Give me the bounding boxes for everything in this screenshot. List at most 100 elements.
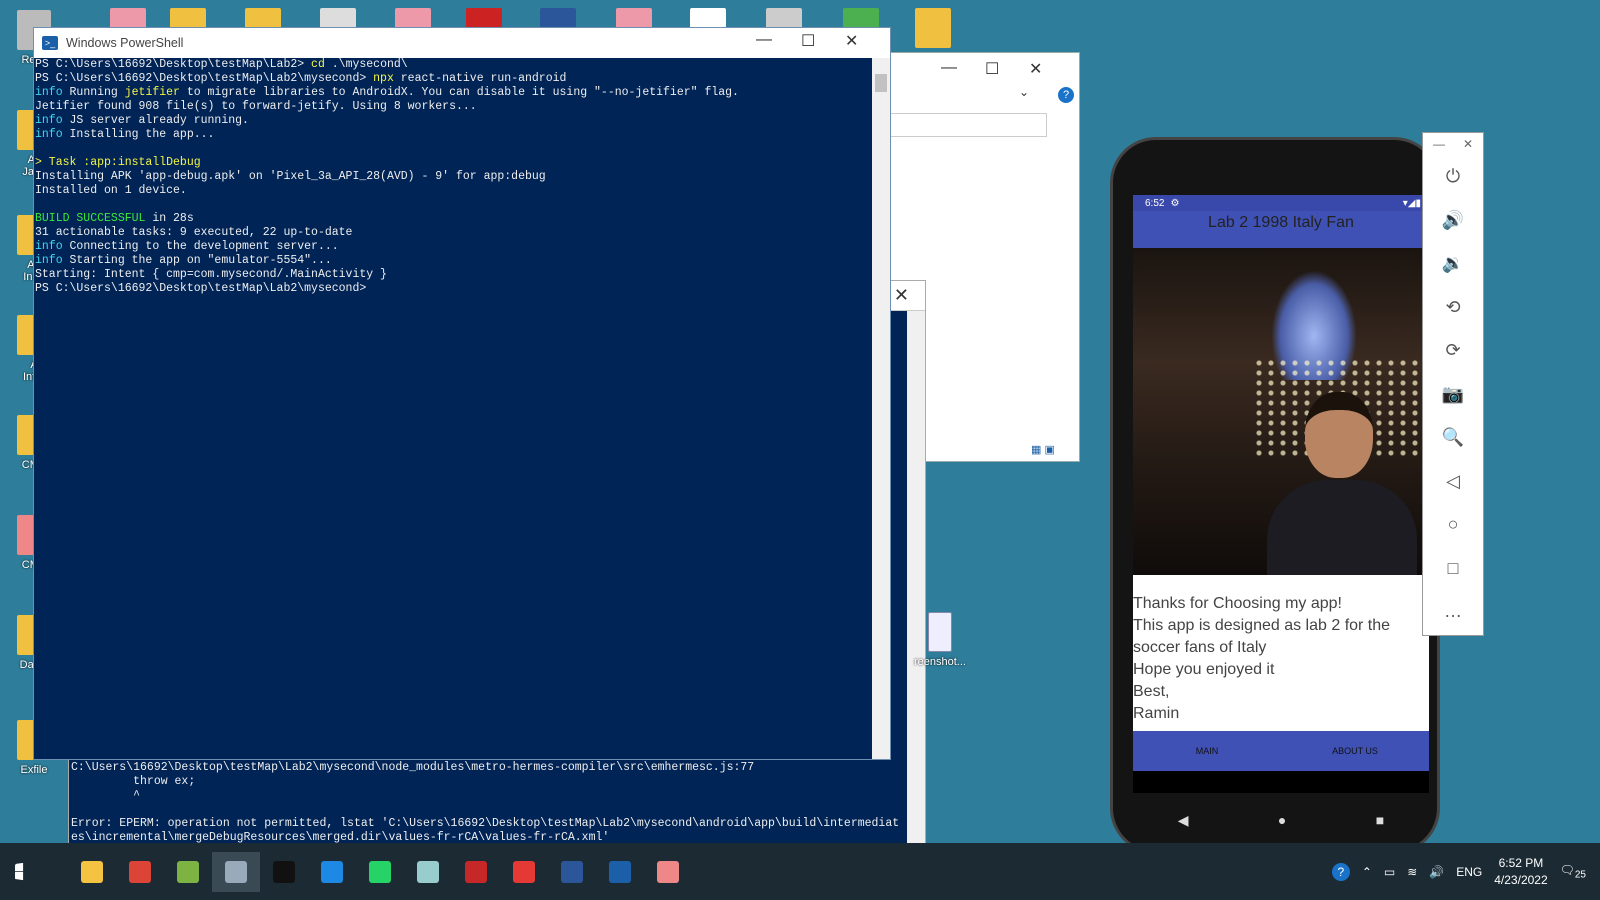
terminal-line: info Installing the app... (35, 128, 872, 142)
content-line: soccer fans of Italy (1133, 639, 1267, 656)
terminal-text: to migrate libraries to AndroidX. You ca… (179, 86, 739, 99)
terminal-text: in 28s (145, 212, 194, 225)
terminal-line: BUILD SUCCESSFUL in 28s (35, 212, 872, 226)
android-nav-bar: ◀ ● ■ (1133, 795, 1429, 845)
terminal-text: info (35, 240, 63, 253)
search-box[interactable] (875, 113, 1047, 137)
zoom-icon[interactable]: 🔍 (1423, 416, 1483, 460)
close-icon[interactable]: ✕ (1029, 59, 1042, 79)
terminal-line: info Connecting to the development serve… (35, 240, 872, 254)
terminal-text: info (35, 86, 63, 99)
terminal-text: JS server already running. (62, 114, 249, 127)
terminal-text: jetifier (124, 86, 180, 99)
language-indicator[interactable]: ENG (1456, 865, 1482, 879)
tab-main[interactable]: MAIN (1133, 731, 1281, 771)
view-toggle-icon[interactable]: ▦ ▣ (1031, 443, 1055, 456)
terminal-text: 31 actionable tasks: 9 executed, 22 up-t… (35, 226, 353, 239)
battery-icon[interactable]: ▭ (1384, 865, 1395, 879)
chrome-icon[interactable] (116, 852, 164, 892)
close-icon[interactable]: ✕ (1463, 137, 1473, 151)
home-icon[interactable]: ● (1278, 812, 1286, 828)
minimize-icon[interactable]: — (1433, 137, 1445, 151)
icon-label: Exfile (20, 764, 48, 776)
vscode-icon[interactable] (308, 852, 356, 892)
system-tray: ? ⌃ ▭ ≋ 🔊 ENG 6:52 PM 4/23/2022 🗨25 (1331, 843, 1600, 900)
terminal-line: 31 actionable tasks: 9 executed, 22 up-t… (35, 226, 872, 240)
scrollbar[interactable] (907, 311, 925, 861)
rotate-right-icon[interactable]: ⟳ (1423, 329, 1483, 373)
acrobat-icon[interactable] (500, 852, 548, 892)
terminal-line: Starting: Intent { cmp=com.mysecond/.Mai… (35, 268, 872, 282)
powershell-icon[interactable] (596, 852, 644, 892)
terminal-text: PS C:\Users\16692\Desktop\testMap\Lab2\m… (35, 72, 374, 85)
terminal-line: info JS server already running. (35, 114, 872, 128)
terminal-text: Connecting to the development server... (62, 240, 339, 253)
book-icon[interactable] (404, 852, 452, 892)
about-text: Thanks for Choosing my app! This app is d… (1133, 575, 1429, 725)
window-icon[interactable] (212, 851, 260, 892)
volume-up-icon[interactable]: 🔊 (1423, 199, 1483, 243)
volume-icon[interactable]: 🔊 (1429, 865, 1444, 879)
terminal-text: info (35, 128, 63, 141)
terminal-line: > Task :app:installDebug (35, 156, 872, 170)
home-icon[interactable]: ○ (1423, 503, 1483, 547)
wifi-icon[interactable]: ≋ (1407, 865, 1417, 879)
terminal-output[interactable]: PS C:\Users\16692\Desktop\testMap\Lab2> … (34, 58, 872, 759)
scrollbar[interactable] (872, 58, 890, 759)
content-line: Hope you enjoyed it (1133, 661, 1275, 678)
notification-icon[interactable]: 🗨25 (1560, 863, 1586, 880)
title-bar[interactable]: >_ Windows PowerShell — ☐ ✕ (34, 28, 890, 58)
intellij-icon[interactable] (260, 852, 308, 892)
mcafee-icon[interactable] (452, 852, 500, 892)
terminal-text: react-native run-android (393, 72, 567, 85)
settings-icon: ⚙ (1170, 197, 1180, 209)
help-icon[interactable]: ? (1331, 862, 1350, 881)
notepad-icon[interactable] (164, 852, 212, 892)
desktop-icon[interactable] (915, 8, 951, 48)
terminal-text: Running (62, 86, 125, 99)
content-line: Thanks for Choosing my app! (1133, 595, 1342, 612)
close-icon[interactable]: ✕ (894, 285, 909, 306)
file-explorer-icon[interactable] (68, 852, 116, 892)
rotate-left-icon[interactable]: ⟲ (1423, 286, 1483, 330)
whatsapp-icon[interactable] (356, 852, 404, 892)
chevron-down-icon[interactable]: ⌄ (1019, 85, 1029, 99)
power-icon[interactable]: ⏻ (1423, 155, 1483, 199)
maximize-icon[interactable]: ☐ (801, 31, 815, 51)
minimize-icon[interactable]: — (941, 59, 957, 77)
paint-icon[interactable] (644, 852, 692, 892)
chevron-up-icon[interactable]: ⌃ (1362, 865, 1372, 879)
terminal-line: PS C:\Users\16692\Desktop\testMap\Lab2\m… (35, 72, 872, 86)
terminal-text: cd (311, 58, 325, 71)
emulator-toolbar: — ✕ ⏻ 🔊 🔉 ⟲ ⟳ 📷 🔍 ◁ ○ □… (1422, 132, 1484, 636)
back-icon[interactable]: ◀ (1178, 812, 1189, 829)
volume-down-icon[interactable]: 🔉 (1423, 242, 1483, 286)
terminal-text: Installing the app... (62, 128, 215, 141)
terminal-line: Installed on 1 device. (35, 184, 872, 198)
terminal-line: PS C:\Users\16692\Desktop\testMap\Lab2\m… (35, 282, 872, 296)
powershell-icon: >_ (42, 36, 58, 50)
clock[interactable]: 6:52 PM 4/23/2022 (1494, 855, 1547, 889)
back-icon[interactable]: ◁ (1423, 460, 1483, 504)
terminal-text: Starting: Intent { cmp=com.mysecond/.Mai… (35, 268, 387, 281)
more-icon[interactable]: … (1423, 590, 1483, 634)
overview-icon[interactable]: ■ (1376, 812, 1384, 828)
terminal-text: info (35, 254, 63, 267)
help-icon[interactable]: ? (1058, 87, 1074, 103)
minimize-icon[interactable]: — (756, 31, 772, 49)
phone-screen[interactable]: 6:52 ⚙ ▾◢▮ Lab 2 1998 Italy Fan Thanks f… (1133, 195, 1429, 793)
window-title: Windows PowerShell (66, 36, 184, 50)
screenshot-file-icon[interactable]: reenshot... (905, 612, 975, 668)
maximize-icon[interactable]: ☐ (985, 59, 999, 79)
word-icon[interactable] (548, 852, 596, 892)
terminal-line: Jetifier found 908 file(s) to forward-je… (35, 100, 872, 114)
start-icon[interactable] (0, 852, 48, 892)
terminal-line: info Running jetifier to migrate librari… (35, 86, 872, 100)
powershell-window[interactable]: >_ Windows PowerShell — ☐ ✕ PS C:\Users\… (33, 27, 891, 760)
tab-about-us[interactable]: ABOUT US (1281, 731, 1429, 771)
camera-icon[interactable]: 📷 (1423, 373, 1483, 417)
content-line: Best, (1133, 683, 1170, 700)
close-icon[interactable]: ✕ (845, 31, 858, 51)
overview-icon[interactable]: □ (1423, 547, 1483, 591)
